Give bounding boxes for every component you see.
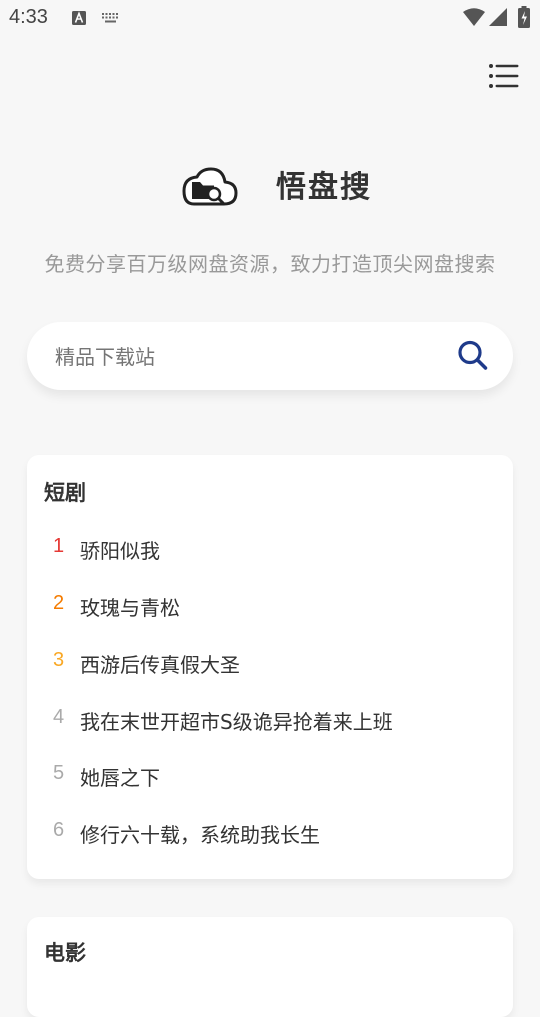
tagline: 免费分享百万级网盘资源，致力打造顶尖网盘搜索 (44, 252, 496, 276)
rank-number: 6 (53, 819, 65, 841)
search-bar (27, 322, 513, 390)
rank-item-5[interactable]: 5 她唇之下 (27, 754, 513, 794)
rank-item-4[interactable]: 4 我在末世开超市S级诡异抢着来上班 (27, 698, 513, 738)
signal-icon (489, 8, 507, 26)
brand-name: 悟盘搜 (276, 170, 372, 205)
keyboard-icon (102, 13, 118, 23)
search-button[interactable] (455, 338, 491, 374)
rank-number: 4 (53, 706, 65, 728)
rank-item-1[interactable]: 1 骄阳似我 (27, 527, 513, 567)
section-card-short-drama: 短剧 1 骄阳似我 2 玫瑰与青松 3 西游后传真假大圣 4 我在末世开超市S级… (27, 455, 513, 879)
rank-item-6[interactable]: 6 修行六十载，系统助我长生 (27, 811, 513, 851)
search-input[interactable] (53, 340, 437, 374)
search-icon (458, 340, 488, 370)
brand-header: 悟盘搜 (0, 160, 540, 210)
cloud-folder-search-icon (182, 167, 238, 206)
rank-item-3[interactable]: 3 西游后传真假大圣 (27, 641, 513, 681)
menu-button[interactable] (486, 60, 522, 92)
rank-title: 修行六十载，系统助我长生 (80, 823, 320, 847)
section-card-movie: 电影 (27, 917, 513, 1017)
rank-title: 我在末世开超市S级诡异抢着来上班 (80, 710, 393, 734)
battery-icon (518, 6, 530, 28)
rank-title: 西游后传真假大圣 (80, 653, 240, 677)
wifi-icon (463, 8, 485, 26)
rank-title: 她唇之下 (80, 766, 160, 790)
text-a-icon (72, 11, 86, 25)
status-bar: 4:33 (0, 0, 540, 36)
rank-number: 2 (53, 592, 65, 614)
list-menu-icon (489, 64, 519, 88)
rank-title: 玫瑰与青松 (80, 596, 180, 620)
section-title: 电影 (44, 941, 86, 965)
rank-title: 骄阳似我 (80, 539, 160, 563)
rank-number: 1 (53, 535, 65, 557)
rank-number: 3 (53, 649, 65, 671)
section-title: 短剧 (44, 481, 86, 505)
rank-number: 5 (53, 762, 65, 784)
rank-item-2[interactable]: 2 玫瑰与青松 (27, 584, 513, 624)
status-time: 4:33 (9, 6, 48, 28)
